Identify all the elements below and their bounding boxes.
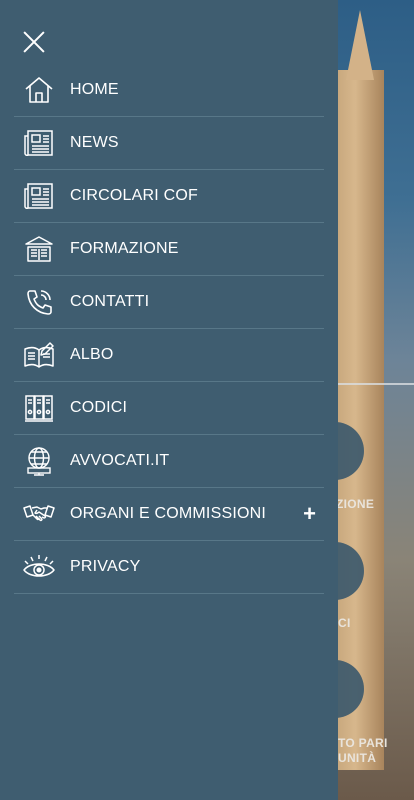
- book-edit-icon: [18, 339, 60, 371]
- close-icon[interactable]: [22, 30, 46, 54]
- menu-item-contatti[interactable]: CONTATTI: [14, 276, 324, 329]
- background-tile-label: TO PARI: [338, 736, 388, 750]
- navigation-drawer: HOME NEWS CIRCOLARI COF FORMAZIONE CONTA…: [0, 0, 338, 800]
- menu-item-circolari-cof[interactable]: CIRCOLARI COF: [14, 170, 324, 223]
- expand-icon[interactable]: +: [303, 503, 316, 525]
- library-icon: [18, 233, 60, 265]
- menu-item-albo[interactable]: ALBO: [14, 329, 324, 382]
- menu-item-label: PRIVACY: [70, 558, 141, 575]
- menu-item-label: FORMAZIONE: [70, 240, 179, 257]
- menu-item-label: CONTATTI: [70, 293, 150, 310]
- phone-icon: [18, 286, 60, 318]
- menu-item-home[interactable]: HOME: [14, 64, 324, 117]
- globe-monitor-icon: [18, 445, 60, 477]
- home-icon: [18, 74, 60, 106]
- background-tile-label: ZIONE: [336, 497, 375, 511]
- eye-icon: [18, 551, 60, 583]
- menu-item-label: NEWS: [70, 134, 119, 151]
- menu-item-organi-e-commissioni[interactable]: ORGANI E COMMISSIONI +: [14, 488, 324, 541]
- menu-item-label: CODICI: [70, 399, 128, 416]
- menu-item-privacy[interactable]: PRIVACY: [14, 541, 324, 594]
- menu-item-news[interactable]: NEWS: [14, 117, 324, 170]
- menu-item-label: CIRCOLARI COF: [70, 187, 198, 204]
- background-tile-label: UNITÀ: [338, 751, 377, 765]
- binders-icon: [18, 392, 60, 424]
- drawer-menu: HOME NEWS CIRCOLARI COF FORMAZIONE CONTA…: [14, 64, 324, 594]
- menu-item-formazione[interactable]: FORMAZIONE: [14, 223, 324, 276]
- background-tile-label: CI: [338, 616, 351, 630]
- menu-item-label: ORGANI E COMMISSIONI: [70, 505, 267, 522]
- newspaper-icon: [18, 180, 60, 212]
- menu-item-codici[interactable]: CODICI: [14, 382, 324, 435]
- menu-item-label: AVVOCATI.IT: [70, 452, 170, 469]
- menu-item-avvocati-it[interactable]: AVVOCATI.IT: [14, 435, 324, 488]
- handshake-icon: [18, 498, 60, 530]
- background-divider: [338, 383, 414, 385]
- newspaper-icon: [18, 127, 60, 159]
- menu-item-label: ALBO: [70, 346, 114, 363]
- menu-item-label: HOME: [70, 81, 119, 98]
